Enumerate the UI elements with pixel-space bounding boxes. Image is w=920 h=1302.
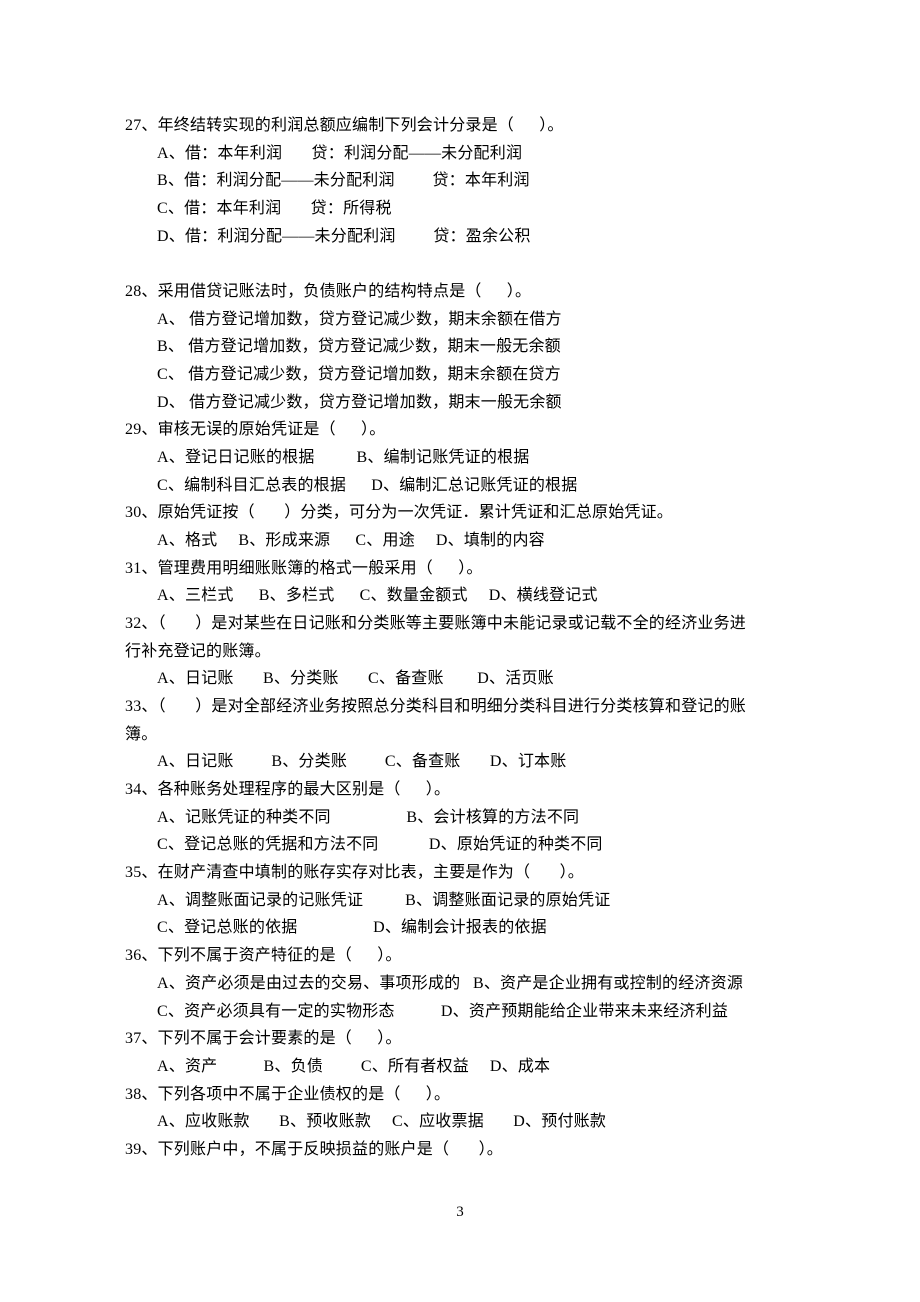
q35-l2: C、登记总账的依据 D、编制会计报表的依据 <box>125 914 795 942</box>
q33-stem1: 33、（ ）是对全部经济业务按照总分类科目和明细分类科目进行分类核算和登记的账 <box>125 693 795 721</box>
q39-stem: 39、下列账户中，不属于反映损益的账户是（ ）。 <box>125 1136 795 1164</box>
q29-l1: A、登记日记账的根据 B、编制记账凭证的根据 <box>125 444 795 472</box>
q27-a: A、借：本年利润 贷：利润分配——未分配利润 <box>125 140 795 168</box>
q36-l1: A、资产必须是由过去的交易、事项形成的 B、资产是企业拥有或控制的经济资源 <box>125 970 795 998</box>
page-number: 3 <box>0 1200 920 1226</box>
q35-l1: A、调整账面记录的记账凭证 B、调整账面记录的原始凭证 <box>125 887 795 915</box>
q28-a: A、 借方登记增加数，贷方登记减少数，期末余额在借方 <box>125 306 795 334</box>
blank-line <box>125 250 795 278</box>
q28-stem: 28、采用借贷记账法时，负债账户的结构特点是（ ）。 <box>125 278 795 306</box>
q27-stem: 27、年终结转实现的利润总额应编制下列会计分录是（ ）。 <box>125 112 795 140</box>
q31-opts: A、三栏式 B、多栏式 C、数量金额式 D、横线登记式 <box>125 582 795 610</box>
q33-opts: A、日记账 B、分类账 C、备查账 D、订本账 <box>125 748 795 776</box>
q33-stem2: 簿。 <box>125 721 795 749</box>
q34-l1: A、记账凭证的种类不同 B、会计核算的方法不同 <box>125 804 795 832</box>
q27-b: B、借：利润分配——未分配利润 贷：本年利润 <box>125 167 795 195</box>
q30-stem: 30、原始凭证按（ ）分类，可分为一次凭证．累计凭证和汇总原始凭证。 <box>125 499 795 527</box>
q34-stem: 34、各种账务处理程序的最大区别是（ ）。 <box>125 776 795 804</box>
q29-l2: C、编制科目汇总表的根据 D、编制汇总记账凭证的根据 <box>125 472 795 500</box>
q36-stem: 36、下列不属于资产特征的是（ ）。 <box>125 942 795 970</box>
q35-stem: 35、在财产清查中填制的账存实存对比表，主要是作为（ ）。 <box>125 859 795 887</box>
q34-l2: C、登记总账的凭据和方法不同 D、原始凭证的种类不同 <box>125 831 795 859</box>
q27-d: D、借：利润分配——未分配利润 贷：盈余公积 <box>125 223 795 251</box>
q32-stem2: 行补充登记的账簿。 <box>125 638 795 666</box>
q28-b: B、 借方登记增加数，贷方登记减少数，期末一般无余额 <box>125 333 795 361</box>
q37-stem: 37、下列不属于会计要素的是（ ）。 <box>125 1025 795 1053</box>
q28-d: D、 借方登记减少数，贷方登记增加数，期末一般无余额 <box>125 389 795 417</box>
q38-opts: A、应收账款 B、预收账款 C、应收票据 D、预付账款 <box>125 1108 795 1136</box>
q30-opts: A、格式 B、形成来源 C、用途 D、填制的内容 <box>125 527 795 555</box>
q28-c: C、 借方登记减少数，贷方登记增加数，期末余额在贷方 <box>125 361 795 389</box>
q37-opts: A、资产 B、负债 C、所有者权益 D、成本 <box>125 1053 795 1081</box>
q38-stem: 38、下列各项中不属于企业债权的是（ ）。 <box>125 1081 795 1109</box>
q32-opts: A、日记账 B、分类账 C、备查账 D、活页账 <box>125 665 795 693</box>
q27-c: C、借：本年利润 贷：所得税 <box>125 195 795 223</box>
q31-stem: 31、管理费用明细账账簿的格式一般采用（ ）。 <box>125 555 795 583</box>
q36-l2: C、资产必须具有一定的实物形态 D、资产预期能给企业带来未来经济利益 <box>125 998 795 1026</box>
q29-stem: 29、审核无误的原始凭证是（ ）。 <box>125 416 795 444</box>
q32-stem1: 32、（ ）是对某些在日记账和分类账等主要账簿中未能记录或记载不全的经济业务进 <box>125 610 795 638</box>
